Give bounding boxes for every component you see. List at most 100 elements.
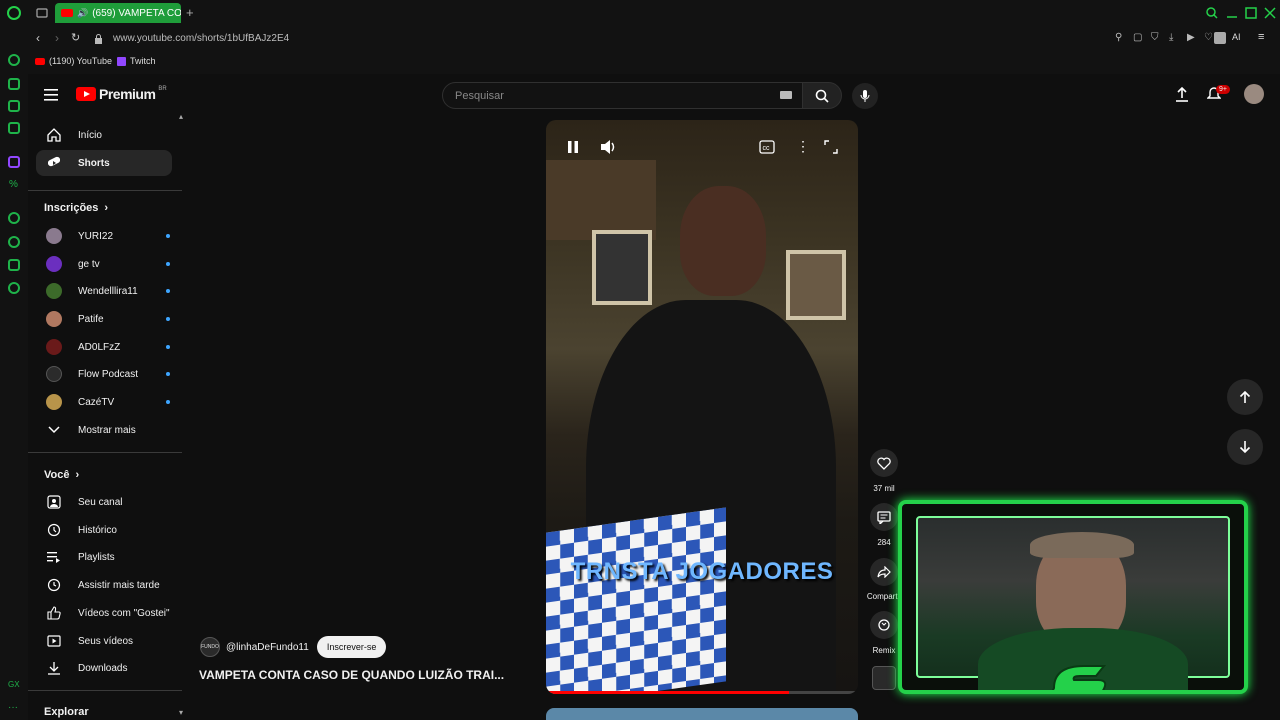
- comments-button[interactable]: [870, 503, 898, 531]
- volume-icon[interactable]: [600, 139, 618, 155]
- scroll-up-icon[interactable]: ▴: [179, 112, 183, 121]
- search-tabs-icon[interactable]: [1206, 7, 1218, 19]
- webcam-feed: [916, 516, 1230, 690]
- next-short-preview[interactable]: [546, 708, 858, 720]
- pause-icon[interactable]: [566, 140, 580, 154]
- more-options-icon[interactable]: ⋮: [796, 138, 810, 155]
- sidebar-item-seus-videos[interactable]: Seus vídeos: [36, 628, 172, 654]
- account-avatar[interactable]: [1244, 84, 1264, 104]
- active-tab[interactable]: 🔊 (659) VAMPETA CONTA: [55, 3, 181, 23]
- short-video-player[interactable]: TRNSTA JOGADORES cc ⋮: [546, 120, 858, 694]
- channel-avatar: [46, 394, 62, 410]
- download-icon: [48, 662, 60, 675]
- speaker-icon[interactable]: 🔊: [77, 8, 88, 19]
- profile-avatar-icon[interactable]: [1214, 32, 1226, 44]
- like-button[interactable]: [870, 449, 898, 477]
- playlist-icon: [47, 552, 60, 563]
- previous-short-button[interactable]: [1227, 379, 1263, 415]
- sidebar-item-historico[interactable]: Histórico: [36, 517, 172, 543]
- sound-source-thumbnail[interactable]: [872, 666, 896, 690]
- sidebar-item-assistir-mais-tarde[interactable]: Assistir mais tarde: [36, 572, 172, 598]
- minimize-icon[interactable]: [1226, 7, 1238, 19]
- short-title[interactable]: VAMPETA CONTA CASO DE QUANDO LUIZÃO TRAI…: [199, 668, 504, 682]
- whatsapp-icon[interactable]: [8, 100, 20, 112]
- bag-icon[interactable]: [8, 78, 20, 90]
- remix-button[interactable]: [870, 611, 898, 639]
- bookmark-twitch[interactable]: Twitch: [117, 56, 156, 66]
- player-icon[interactable]: [8, 212, 20, 224]
- subscription-item[interactable]: YURI22: [36, 223, 172, 249]
- snapshot-icon[interactable]: ▢: [1133, 32, 1142, 43]
- channel-avatar: [46, 311, 62, 327]
- reload-icon[interactable]: ↻: [71, 31, 80, 44]
- sidebar-item-inicio[interactable]: Início: [36, 122, 172, 148]
- short-channel-name[interactable]: @linhaDeFundo11: [226, 642, 309, 653]
- pin-icon[interactable]: ⚲: [1115, 32, 1122, 43]
- url-text[interactable]: www.youtube.com/shorts/1bUfBAJz2E4: [113, 33, 289, 44]
- subscribe-button[interactable]: Inscrever-se: [316, 636, 387, 658]
- notification-badge: 9+: [1216, 85, 1230, 94]
- short-channel-avatar[interactable]: FUNDO: [200, 637, 220, 657]
- play-icon[interactable]: ▶: [1187, 32, 1195, 43]
- subscription-item[interactable]: CazéTV: [36, 389, 172, 415]
- video-icon: [47, 635, 61, 647]
- youtube-premium-logo[interactable]: Premium BR: [76, 86, 167, 102]
- channel-avatar: [46, 283, 62, 299]
- captions-icon[interactable]: cc: [759, 140, 775, 154]
- opera-logo-icon[interactable]: [6, 5, 22, 21]
- sidebar-item-videos-gostei[interactable]: Vídeos com "Gostei": [36, 600, 172, 626]
- more-dots-icon[interactable]: ···: [8, 702, 18, 713]
- sidebar-item-playlists[interactable]: Playlists: [36, 544, 172, 570]
- close-icon[interactable]: [1264, 7, 1276, 19]
- voice-search-button[interactable]: [852, 83, 878, 109]
- hamburger-menu-icon[interactable]: [44, 88, 60, 102]
- video-progress-track[interactable]: [546, 691, 858, 694]
- new-tab-icon[interactable]: +: [186, 5, 194, 20]
- twitch-sidebar-icon[interactable]: [8, 156, 20, 168]
- new-content-dot: [166, 345, 170, 349]
- bookmark-youtube[interactable]: (1190) YouTube: [35, 56, 112, 66]
- maximize-icon[interactable]: [1245, 7, 1257, 19]
- heart-icon[interactable]: ♡: [1204, 32, 1213, 43]
- subscription-item[interactable]: AD0LFzZ: [36, 334, 172, 360]
- scroll-down-icon[interactable]: ▾: [179, 708, 183, 717]
- history-sidebar-icon[interactable]: [8, 236, 20, 248]
- download-toolbar-icon[interactable]: ⤓: [1169, 32, 1173, 43]
- next-short-button[interactable]: [1227, 429, 1263, 465]
- subscriptions-header[interactable]: Inscrições ›: [44, 202, 108, 214]
- subscription-item[interactable]: Wendelllira11: [36, 278, 172, 304]
- aria-icon[interactable]: [8, 54, 20, 66]
- share-button[interactable]: [870, 558, 898, 586]
- fullscreen-icon[interactable]: [824, 140, 838, 154]
- arrow-down-icon: [1239, 441, 1251, 454]
- messenger-icon[interactable]: [8, 122, 20, 134]
- like-count: 37 mil: [873, 484, 895, 493]
- extensions-icon[interactable]: [8, 259, 20, 271]
- sidebar-item-downloads[interactable]: Downloads: [36, 655, 172, 681]
- subscription-item[interactable]: Flow Podcast: [36, 361, 172, 387]
- chevron-right-icon: ›: [104, 202, 109, 214]
- gx-icon[interactable]: GX: [8, 680, 20, 689]
- sidebar-item-shorts[interactable]: Shorts: [36, 150, 172, 176]
- video-caption-text: TRNSTA JOGADORES: [570, 558, 834, 585]
- channel-avatar: [46, 366, 62, 382]
- you-header[interactable]: Você ›: [44, 469, 79, 481]
- upload-icon[interactable]: [1175, 86, 1189, 102]
- workspaces-icon[interactable]: [36, 8, 48, 18]
- ai-button[interactable]: AI: [1232, 32, 1241, 42]
- search-button[interactable]: [802, 82, 842, 109]
- history-icon: [47, 523, 61, 537]
- settings-icon[interactable]: [8, 282, 20, 294]
- keyboard-icon[interactable]: [780, 91, 792, 99]
- lock-icon[interactable]: [94, 34, 103, 44]
- shield-icon[interactable]: ⛉: [1151, 32, 1159, 43]
- search-input[interactable]: Pesquisar: [442, 82, 816, 109]
- sidebar-item-seu-canal[interactable]: Seu canal: [36, 489, 172, 515]
- percent-icon[interactable]: %: [9, 179, 21, 191]
- forward-icon[interactable]: ›: [55, 31, 59, 45]
- menu-icon[interactable]: ≡: [1258, 31, 1264, 43]
- show-more-button[interactable]: Mostrar mais: [36, 417, 172, 443]
- subscription-item[interactable]: ge tv: [36, 251, 172, 277]
- back-icon[interactable]: ‹: [36, 31, 40, 45]
- subscription-item[interactable]: Patife: [36, 306, 172, 332]
